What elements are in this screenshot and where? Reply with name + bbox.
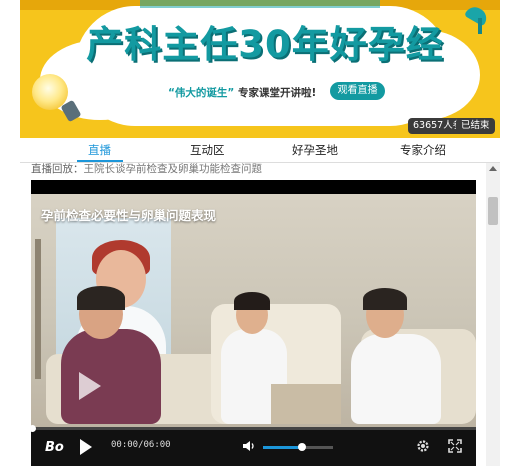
watch-live-button[interactable]: 观看直播	[330, 82, 385, 100]
video-overlay-title: 孕前检查必要性与卵巢问题表现	[41, 208, 217, 223]
big-play-icon[interactable]	[79, 372, 101, 400]
desk-lamp-icon	[460, 0, 494, 34]
scroll-up-arrow-icon[interactable]	[489, 166, 497, 171]
banner[interactable]: 产科主任30年好孕经 “伟大的诞生” 专家课堂开讲啦! 观看直播 63657人参…	[20, 0, 500, 138]
side-table	[271, 384, 341, 424]
replay-title: 王院长谈孕前检查及卵巢功能检查问题	[83, 163, 263, 175]
banner-subline-accent: “伟大的诞生”	[168, 87, 235, 99]
video-player[interactable]: 孕前检查必要性与卵巢问题表现 Bo 00:00/06:00	[29, 180, 476, 466]
page: 产科主任30年好孕经 “伟大的诞生” 专家课堂开讲啦! 观看直播 63657人参…	[20, 0, 500, 466]
player-top-bar	[31, 180, 476, 194]
scroll-thumb[interactable]	[488, 197, 498, 225]
time-display: 00:00/06:00	[111, 440, 171, 450]
progress-handle[interactable]	[29, 425, 36, 432]
host-hair	[77, 286, 125, 310]
gear-icon[interactable]	[416, 439, 430, 453]
banner-subline: “伟大的诞生” 专家课堂开讲啦!	[168, 85, 316, 100]
guest-hair	[234, 292, 270, 310]
scrollbar[interactable]	[486, 163, 500, 466]
replay-prefix: 直播回放：	[31, 163, 84, 175]
lamp-shade	[463, 3, 491, 27]
lamp-arm	[478, 18, 482, 34]
volume-icon[interactable]	[242, 439, 256, 453]
floor-lamp	[35, 239, 41, 379]
doctor-hair	[363, 288, 407, 310]
doctor-body	[351, 334, 441, 424]
volume-level	[263, 446, 302, 449]
status-badge: 已结束	[456, 118, 495, 134]
host-body	[61, 329, 161, 424]
banner-subline-rest: 专家课堂开讲啦!	[234, 87, 317, 99]
main-content: 直播回放：王院长谈孕前检查及卵巢功能检查问题 孕前检查必要性与卵巢问题表现 Bo…	[20, 163, 500, 466]
tab-live[interactable]: 直播	[88, 142, 111, 158]
tab-experts[interactable]: 专家介绍	[400, 142, 446, 158]
progress-bar[interactable]	[29, 425, 476, 432]
volume-slider[interactable]	[263, 443, 333, 451]
player-controls: Bo 00:00/06:00	[29, 425, 476, 466]
tab-good-pregnancy[interactable]: 好孕圣地	[292, 142, 338, 158]
tab-interaction[interactable]: 互动区	[190, 142, 225, 158]
banner-title: 产科主任30年好孕经	[86, 23, 444, 66]
volume-handle[interactable]	[297, 443, 306, 451]
fullscreen-icon[interactable]	[448, 439, 462, 453]
tab-bar: 直播 互动区 好孕圣地 专家介绍	[20, 138, 500, 163]
banner-top-decoration	[140, 0, 380, 8]
play-icon[interactable]	[80, 439, 92, 455]
video-frame[interactable]: 孕前检查必要性与卵巢问题表现	[31, 194, 476, 427]
player-logo: Bo	[45, 440, 64, 455]
replay-caption: 直播回放：王院长谈孕前检查及卵巢功能检查问题	[31, 161, 262, 176]
